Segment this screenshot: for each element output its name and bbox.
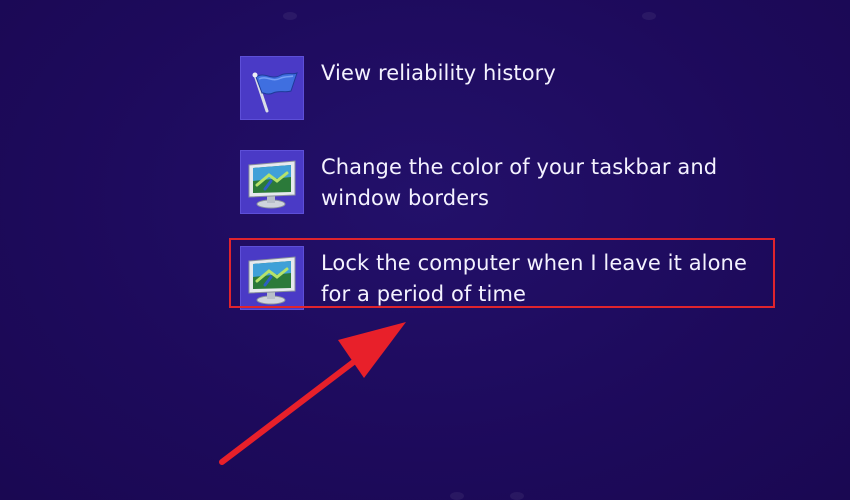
monitor-icon [240, 150, 304, 214]
highlight-box [229, 238, 775, 308]
result-label: View reliability history [321, 61, 556, 85]
background-speck [283, 12, 297, 20]
result-label: Change the color of your taskbar and win… [321, 155, 718, 210]
flag-icon [240, 56, 304, 120]
background-speck [450, 492, 464, 500]
search-results: View reliability history Change the colo… [0, 0, 850, 500]
background-speck [510, 492, 524, 500]
result-view-reliability-history[interactable]: View reliability history [240, 56, 780, 120]
background-speck [642, 12, 656, 20]
result-change-taskbar-color[interactable]: Change the color of your taskbar and win… [240, 150, 780, 214]
